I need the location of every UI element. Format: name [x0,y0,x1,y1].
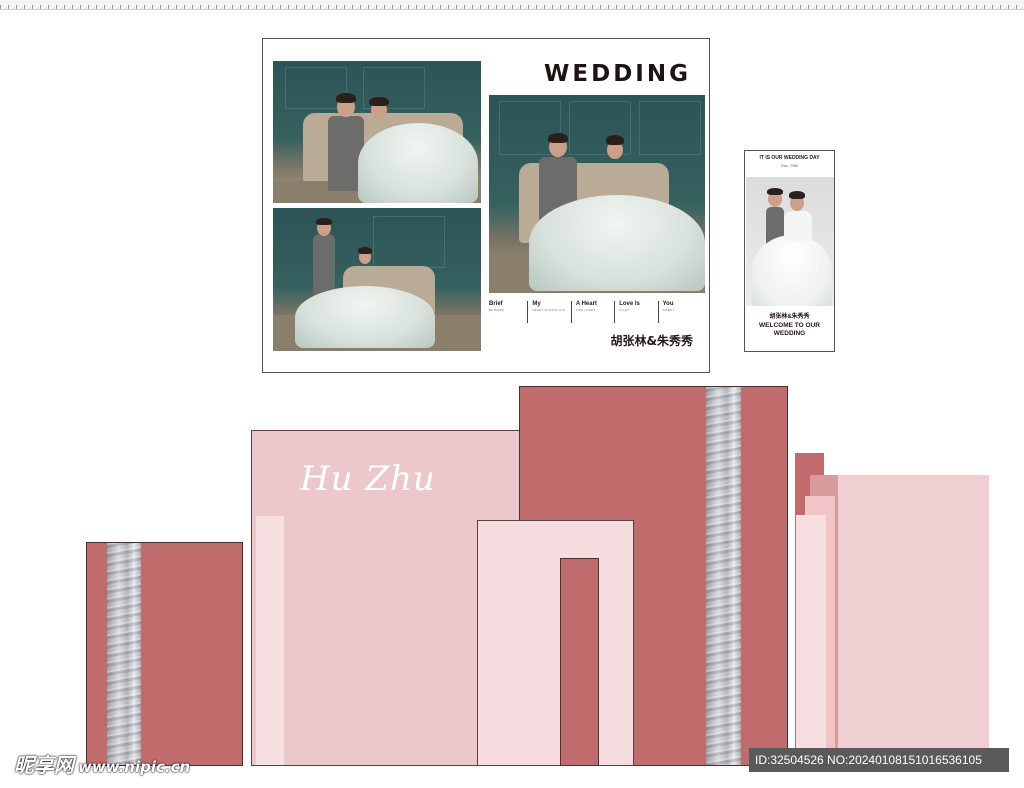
watermark-url: www.nipic.cn [78,758,191,776]
light-strip [256,516,284,765]
keyword-item: Brief BE BRIEF [489,301,505,312]
script-monogram: Hu Zhu [300,459,436,499]
banner-heading: IT IS OUR WEDDING DAY [759,155,820,161]
wedding-poster: WEDDING Brief BE BRIEF My HEART IS WITH YO… [262,38,710,373]
keyword-item: You SWEET [657,301,701,323]
poster-keywords: Brief BE BRIEF My HEART IS WITH YOU A Hear… [489,301,701,323]
site-watermark: 昵享网 www.nipic.cn [14,749,190,778]
couple-photo-sofa-bottom [273,208,481,351]
backdrop-arch-panel [477,520,634,766]
poster-title: WEDDING [544,61,691,87]
silver-strip-tall [706,387,741,765]
banner-names: 胡张林&朱秀秀 [769,314,810,320]
image-id-bar: ID:32504526 NO:20240108151016536105 [749,748,1009,772]
silver-strip-left [107,543,141,765]
banner-couple-photo [746,177,834,306]
keyword-item: Love Is A GIFT [614,301,657,323]
keyword-item: My HEART IS WITH YOU [527,301,570,323]
side-panel-pale [796,515,826,766]
couple-names: 胡张林&朱秀秀 [610,334,693,348]
top-ruler [0,0,1024,10]
welcome-banner: IT IS OUR WEDDING DAY Dec. 28th 胡张林&朱秀秀 … [744,150,835,352]
couple-photo-main [489,95,705,293]
watermark-brand: 昵享网 [14,753,74,777]
banner-date: Dec. 28th [780,163,799,168]
backdrop-panel-right [838,475,989,766]
couple-photo-sofa-top [273,61,481,203]
keyword-item: A Heart TWO LOVES [570,301,614,323]
arch-inner-strip [560,558,599,766]
banner-welcome: WELCOME TO OUR WEDDING [759,322,820,337]
